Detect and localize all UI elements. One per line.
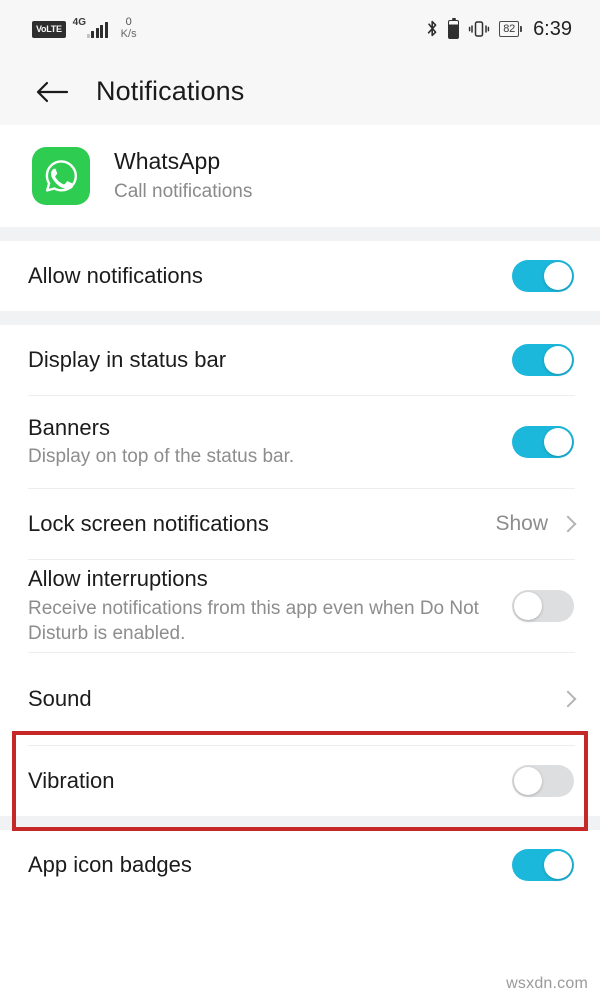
row-display-in-status-bar[interactable]: Display in status bar xyxy=(0,325,600,395)
row-vibration[interactable]: Vibration xyxy=(0,746,600,816)
phone-screen: VoLTE 4G 0 K/s 82 6:39 Notifications Wha… xyxy=(0,0,600,999)
notification-channel-name: Call notifications xyxy=(114,181,253,203)
toggle-vibration[interactable] xyxy=(512,765,574,797)
row-sound[interactable]: Sound xyxy=(0,653,600,745)
row-text: App icon badges xyxy=(28,851,512,880)
battery-tip xyxy=(520,26,523,32)
toggle-display-in-status-bar[interactable] xyxy=(512,344,574,376)
network-speed-indicator: 0 K/s xyxy=(121,17,137,40)
back-arrow-icon[interactable] xyxy=(30,70,74,114)
battery-level-label: 82 xyxy=(499,20,520,38)
row-text: Lock screen notifications xyxy=(28,510,495,539)
cellular-signal-icon: 4G xyxy=(72,17,108,38)
volte-icon: VoLTE xyxy=(32,20,66,38)
row-title: Lock screen notifications xyxy=(28,510,269,536)
row-title: Banners xyxy=(28,414,110,440)
row-allow-notifications[interactable]: Allow notifications xyxy=(0,241,600,311)
toggle-knob xyxy=(514,592,542,620)
row-text: Banners Display on top of the status bar… xyxy=(28,414,512,470)
row-lock-screen-notifications[interactable]: Lock screen notifications Show xyxy=(0,489,600,559)
row-text: Sound xyxy=(28,685,560,714)
bluetooth-device-battery-icon xyxy=(448,19,460,39)
network-speed-unit: K/s xyxy=(120,28,137,40)
status-bar-left: VoLTE 4G 0 K/s xyxy=(32,17,137,40)
row-title: Display in status bar xyxy=(28,346,227,372)
section-gap xyxy=(0,227,600,241)
network-generation-label: 4G xyxy=(72,17,87,28)
toggle-banners[interactable] xyxy=(512,426,574,458)
toggle-allow-interruptions[interactable] xyxy=(512,590,574,622)
vibrate-icon xyxy=(468,19,490,39)
chevron-right-icon xyxy=(560,512,574,536)
row-subtitle: Display on top of the status bar. xyxy=(28,446,295,468)
settings-group-allow: Allow notifications xyxy=(0,241,600,311)
row-title: App icon badges xyxy=(28,851,192,877)
app-header-text: WhatsApp Call notifications xyxy=(114,147,252,204)
row-title: Allow interruptions xyxy=(28,566,208,592)
app-header: WhatsApp Call notifications xyxy=(0,125,600,227)
watermark: wsxdn.com xyxy=(506,975,588,992)
signal-bars-icon xyxy=(86,22,108,38)
battery-icon: 82 xyxy=(499,20,523,38)
app-bar: Notifications xyxy=(0,58,600,125)
page-title: Notifications xyxy=(96,76,245,106)
toggle-knob xyxy=(544,851,572,879)
section-gap xyxy=(0,816,600,830)
row-title: Vibration xyxy=(28,767,115,793)
lock-screen-value: Show xyxy=(495,512,548,535)
row-text: Allow interruptions Receive notification… xyxy=(28,565,512,647)
settings-group-badges: App icon badges xyxy=(0,830,600,900)
status-bar-right: 82 6:39 xyxy=(426,18,572,41)
status-bar-clock: 6:39 xyxy=(533,17,572,40)
row-title: Allow notifications xyxy=(28,262,203,288)
bluetooth-icon xyxy=(426,19,439,39)
toggle-knob xyxy=(514,767,542,795)
chevron-right-icon xyxy=(560,687,574,711)
row-text: Vibration xyxy=(28,767,512,796)
section-gap xyxy=(0,311,600,325)
row-text: Allow notifications xyxy=(28,262,512,291)
row-allow-interruptions[interactable]: Allow interruptions Receive notification… xyxy=(0,560,600,652)
toggle-allow-notifications[interactable] xyxy=(512,260,574,292)
whatsapp-icon xyxy=(32,147,90,205)
row-title: Sound xyxy=(28,685,92,711)
row-app-icon-badges[interactable]: App icon badges xyxy=(0,830,600,900)
row-subtitle: Receive notifications from this app even… xyxy=(28,597,479,645)
toggle-app-icon-badges[interactable] xyxy=(512,849,574,881)
row-banners[interactable]: Banners Display on top of the status bar… xyxy=(0,396,600,488)
toggle-knob xyxy=(544,428,572,456)
settings-group-behavior: Display in status bar Banners Display on… xyxy=(0,325,600,816)
toggle-knob xyxy=(544,346,572,374)
toggle-knob xyxy=(544,262,572,290)
app-name: WhatsApp xyxy=(114,148,221,175)
row-text: Display in status bar xyxy=(28,346,512,375)
status-bar: VoLTE 4G 0 K/s 82 6:39 xyxy=(0,0,600,58)
